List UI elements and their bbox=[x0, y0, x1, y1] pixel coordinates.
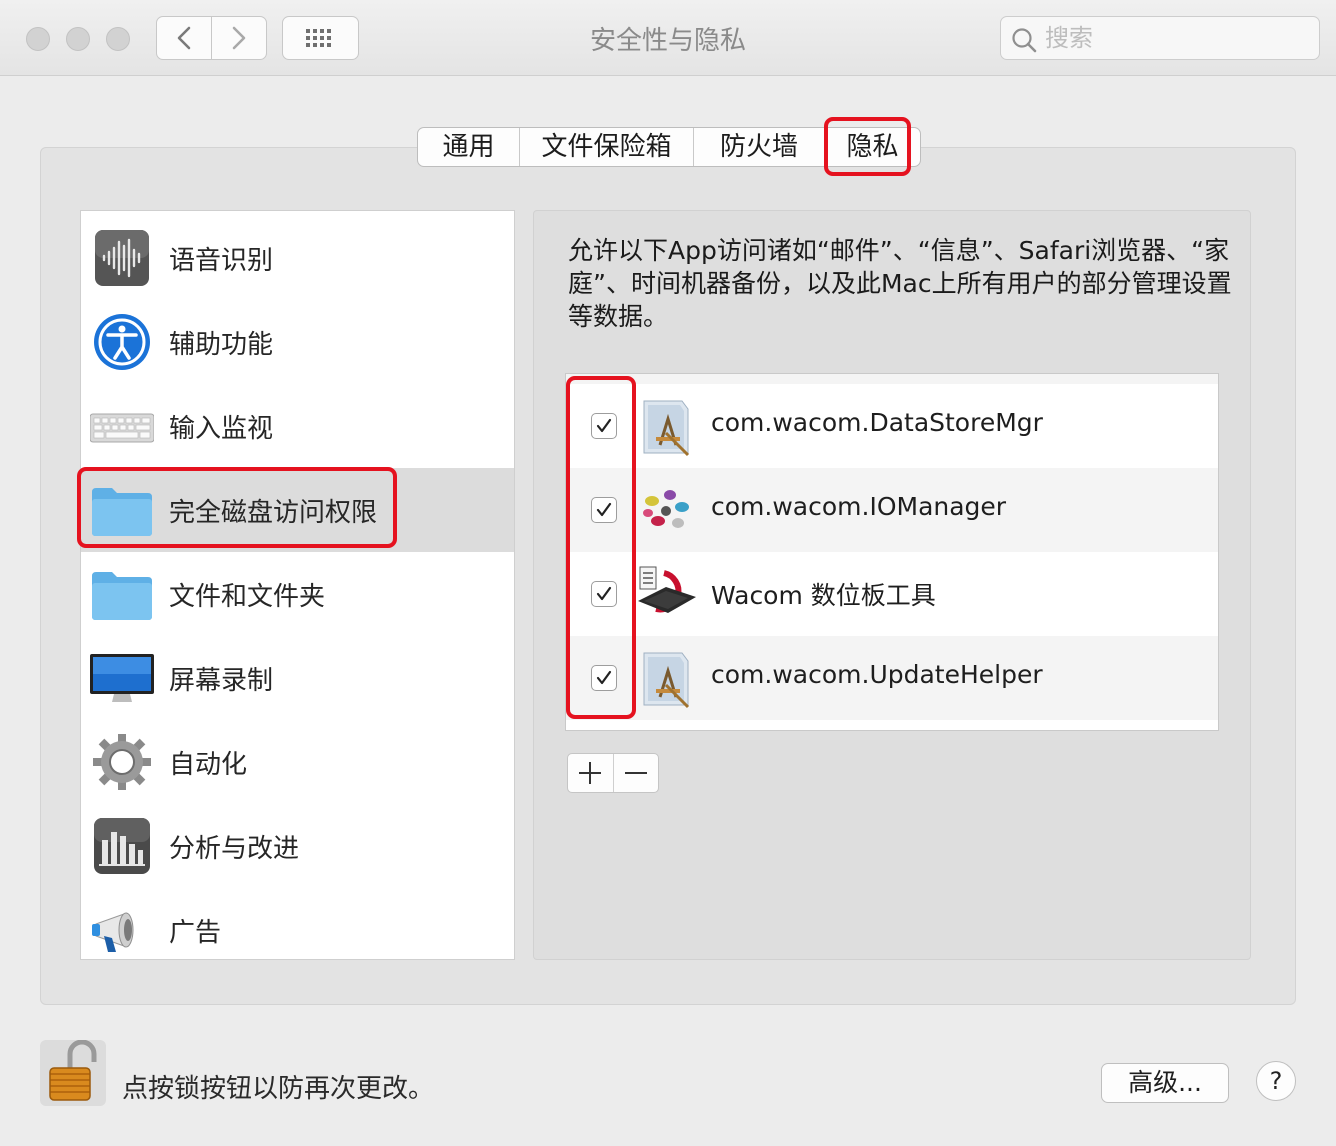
sidebar-item-automation[interactable]: 自动化 bbox=[81, 720, 514, 804]
show-all-button[interactable] bbox=[282, 16, 359, 60]
keyboard-icon bbox=[90, 413, 154, 443]
lock-button[interactable] bbox=[40, 1039, 106, 1106]
app-checkbox[interactable] bbox=[591, 497, 617, 523]
sidebar-item-files-and-folders[interactable]: 文件和文件夹 bbox=[81, 552, 514, 636]
add-remove-control bbox=[567, 753, 659, 793]
display-icon bbox=[90, 654, 154, 702]
add-app-button[interactable] bbox=[568, 754, 614, 792]
tablet-utility-icon bbox=[638, 566, 696, 613]
search-icon bbox=[1012, 28, 1037, 53]
app-row-datastoremgr[interactable]: com.wacom.DataStoreMgr bbox=[566, 384, 1218, 468]
sidebar-item-screen-recording[interactable]: 屏幕录制 bbox=[81, 636, 514, 720]
sidebar-item-label: 广告 bbox=[169, 918, 222, 948]
sidebar-item-label: 自动化 bbox=[169, 750, 248, 780]
lock-hint-text: 点按锁按钮以防再次更改。 bbox=[122, 1074, 435, 1104]
sidebar-item-advertising[interactable]: 广告 bbox=[81, 888, 514, 959]
app-row-updatehelper[interactable]: com.wacom.UpdateHelper bbox=[566, 636, 1218, 720]
privacy-category-list: 语音识别 辅助功能 输入监视 完全磁盘访问权限 文件和文件夹 屏幕录制 自动化 … bbox=[80, 210, 515, 960]
app-name: com.wacom.IOManager bbox=[711, 492, 1007, 521]
plus-icon bbox=[579, 762, 601, 784]
chevron-left-icon bbox=[177, 26, 191, 50]
app-row-tablet-utility[interactable]: Wacom 数位板工具 bbox=[566, 552, 1218, 636]
megaphone-icon bbox=[92, 912, 134, 952]
sidebar-item-analytics[interactable]: 分析与改进 bbox=[81, 804, 514, 888]
close-window-button[interactable] bbox=[26, 27, 50, 51]
tab-firewall[interactable]: 防火墙 bbox=[694, 128, 825, 166]
sidebar-item-input-monitoring[interactable]: 输入监视 bbox=[81, 384, 514, 468]
sidebar-item-label: 完全磁盘访问权限 bbox=[169, 498, 378, 528]
chevron-right-icon bbox=[232, 26, 246, 50]
checkmark-icon bbox=[596, 418, 612, 433]
checkmark-icon bbox=[596, 502, 612, 517]
tab-general[interactable]: 通用 bbox=[418, 128, 520, 166]
app-checkbox[interactable] bbox=[591, 665, 617, 691]
remove-app-button[interactable] bbox=[614, 754, 659, 792]
unlocked-padlock-icon bbox=[49, 1039, 97, 1101]
sidebar-item-label: 语音识别 bbox=[169, 246, 274, 276]
app-checkbox[interactable] bbox=[591, 413, 617, 439]
zoom-window-button[interactable] bbox=[106, 27, 130, 51]
iomanager-icon bbox=[643, 490, 689, 528]
folder-icon bbox=[92, 572, 152, 620]
search-field[interactable] bbox=[1000, 16, 1320, 60]
tab-filevault[interactable]: 文件保险箱 bbox=[520, 128, 694, 166]
app-name: com.wacom.DataStoreMgr bbox=[711, 408, 1043, 437]
search-input[interactable] bbox=[1045, 22, 1305, 54]
minus-icon bbox=[625, 772, 647, 774]
title-bar: 安全性与隐私 bbox=[0, 0, 1336, 76]
generic-app-icon bbox=[643, 400, 690, 457]
tab-privacy[interactable]: 隐私 bbox=[825, 128, 920, 166]
app-checkbox[interactable] bbox=[591, 581, 617, 607]
sidebar-item-label: 分析与改进 bbox=[169, 834, 300, 864]
sidebar-item-label: 辅助功能 bbox=[169, 330, 274, 360]
checkmark-icon bbox=[596, 670, 612, 685]
sidebar-item-label: 输入监视 bbox=[169, 414, 274, 444]
checkmark-icon bbox=[596, 586, 612, 601]
sidebar-item-label: 屏幕录制 bbox=[169, 666, 274, 696]
grid-icon bbox=[306, 29, 331, 47]
app-list: com.wacom.DataStoreMgr com.wacom.IOManag… bbox=[565, 373, 1219, 731]
advanced-button[interactable]: 高级... bbox=[1101, 1063, 1229, 1103]
app-name: Wacom 数位板工具 bbox=[711, 581, 936, 610]
gear-icon bbox=[93, 734, 151, 790]
help-button[interactable]: ? bbox=[1256, 1061, 1296, 1101]
generic-app-icon bbox=[643, 652, 690, 709]
app-row-iomanager[interactable]: com.wacom.IOManager bbox=[566, 468, 1218, 552]
back-button[interactable] bbox=[156, 16, 212, 60]
sidebar-item-label: 文件和文件夹 bbox=[169, 582, 326, 612]
sidebar-item-full-disk-access[interactable]: 完全磁盘访问权限 bbox=[81, 468, 514, 552]
accessibility-icon bbox=[94, 314, 150, 370]
speech-waveform-icon bbox=[95, 230, 149, 286]
forward-button[interactable] bbox=[211, 16, 267, 60]
sidebar-item-accessibility[interactable]: 辅助功能 bbox=[81, 300, 514, 384]
minimize-window-button[interactable] bbox=[66, 27, 90, 51]
bar-chart-icon bbox=[94, 818, 150, 874]
app-name: com.wacom.UpdateHelper bbox=[711, 660, 1043, 689]
tab-bar: 通用 文件保险箱 防火墙 隐私 bbox=[417, 127, 921, 167]
window-title: 安全性与隐私 bbox=[589, 26, 746, 56]
list-spacer bbox=[566, 374, 1218, 384]
sidebar-item-speech-recognition[interactable]: 语音识别 bbox=[81, 216, 514, 300]
access-description: 允许以下App访问诸如“邮件”、“信息”、Safari浏览器、“家庭”、时间机器… bbox=[568, 236, 1232, 331]
folder-icon bbox=[92, 488, 152, 536]
